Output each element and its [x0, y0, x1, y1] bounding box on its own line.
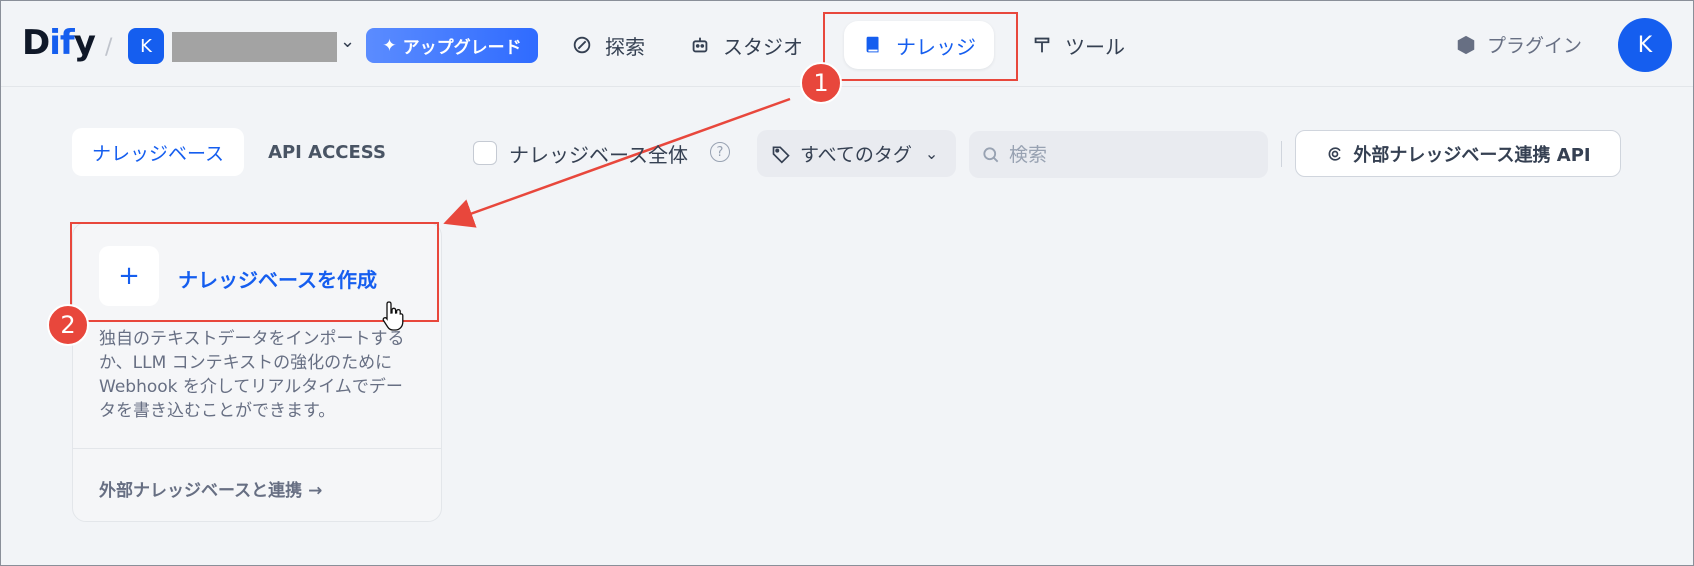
api-connection-icon — [1329, 146, 1342, 161]
nav-plugins[interactable]: プラグイン — [1455, 31, 1582, 58]
tab-api-access[interactable]: API ACCESS — [248, 128, 406, 176]
all-knowledge-label: ナレッジベース全体 — [509, 143, 688, 167]
chevron-down-icon[interactable]: ⌄ — [340, 31, 355, 52]
highlight-box-knowledge — [823, 12, 1018, 81]
question-icon[interactable]: ? — [710, 142, 730, 162]
external-api-label: 外部ナレッジベース連携 API — [1353, 144, 1591, 166]
nav-explore-label: 探索 — [605, 34, 645, 59]
search-icon — [983, 146, 999, 162]
sparkle-icon: ✦ — [382, 35, 397, 56]
compass-icon — [573, 36, 591, 54]
connect-external-knowledge-link[interactable]: 外部ナレッジベースと連携 → — [99, 476, 322, 501]
nav-tools-label: ツール — [1065, 34, 1125, 59]
external-knowledge-api-button[interactable]: 外部ナレッジベース連携 API — [1295, 130, 1621, 177]
cube-icon — [1457, 35, 1475, 54]
upgrade-button[interactable]: ✦ アップグレード — [366, 28, 538, 63]
workspace-avatar[interactable]: K — [128, 28, 164, 64]
tag-filter-select[interactable]: すべてのタグ ⌄ — [757, 130, 956, 177]
knowledge-tabs: ナレッジベース API ACCESS — [72, 128, 406, 176]
nav-studio[interactable]: スタジオ — [671, 21, 821, 69]
all-knowledge-checkbox[interactable] — [473, 141, 497, 165]
upgrade-label: アップグレード — [402, 38, 522, 58]
tag-icon — [772, 146, 790, 164]
workspace-name-redacted[interactable] — [172, 32, 337, 62]
step-1-badge: 1 — [800, 62, 842, 104]
nav-plugins-label: プラグイン — [1487, 35, 1583, 57]
divider — [1281, 141, 1282, 167]
search-input[interactable] — [1009, 143, 1249, 166]
nav-tools[interactable]: ツール — [1013, 21, 1143, 69]
nav-explore[interactable]: 探索 — [553, 21, 663, 69]
step-2-badge: 2 — [47, 304, 89, 346]
dify-logo[interactable]: Dify — [22, 23, 96, 63]
tag-filter-label: すべてのタグ — [800, 144, 912, 166]
breadcrumb-separator: / — [105, 35, 113, 60]
create-knowledge-description: 独自のテキストデータをインポートするか、LLM コンテキストの強化のために We… — [99, 329, 405, 421]
nav-studio-label: スタジオ — [723, 34, 803, 59]
chevron-down-icon: ⌄ — [924, 144, 939, 163]
search-box[interactable] — [969, 131, 1268, 178]
robot-icon — [692, 37, 708, 53]
hammer-icon — [1034, 37, 1050, 53]
tab-knowledge-base[interactable]: ナレッジベース — [72, 128, 245, 176]
hand-cursor-icon — [382, 301, 404, 331]
card-divider — [73, 448, 441, 449]
user-avatar[interactable]: K — [1618, 18, 1672, 72]
